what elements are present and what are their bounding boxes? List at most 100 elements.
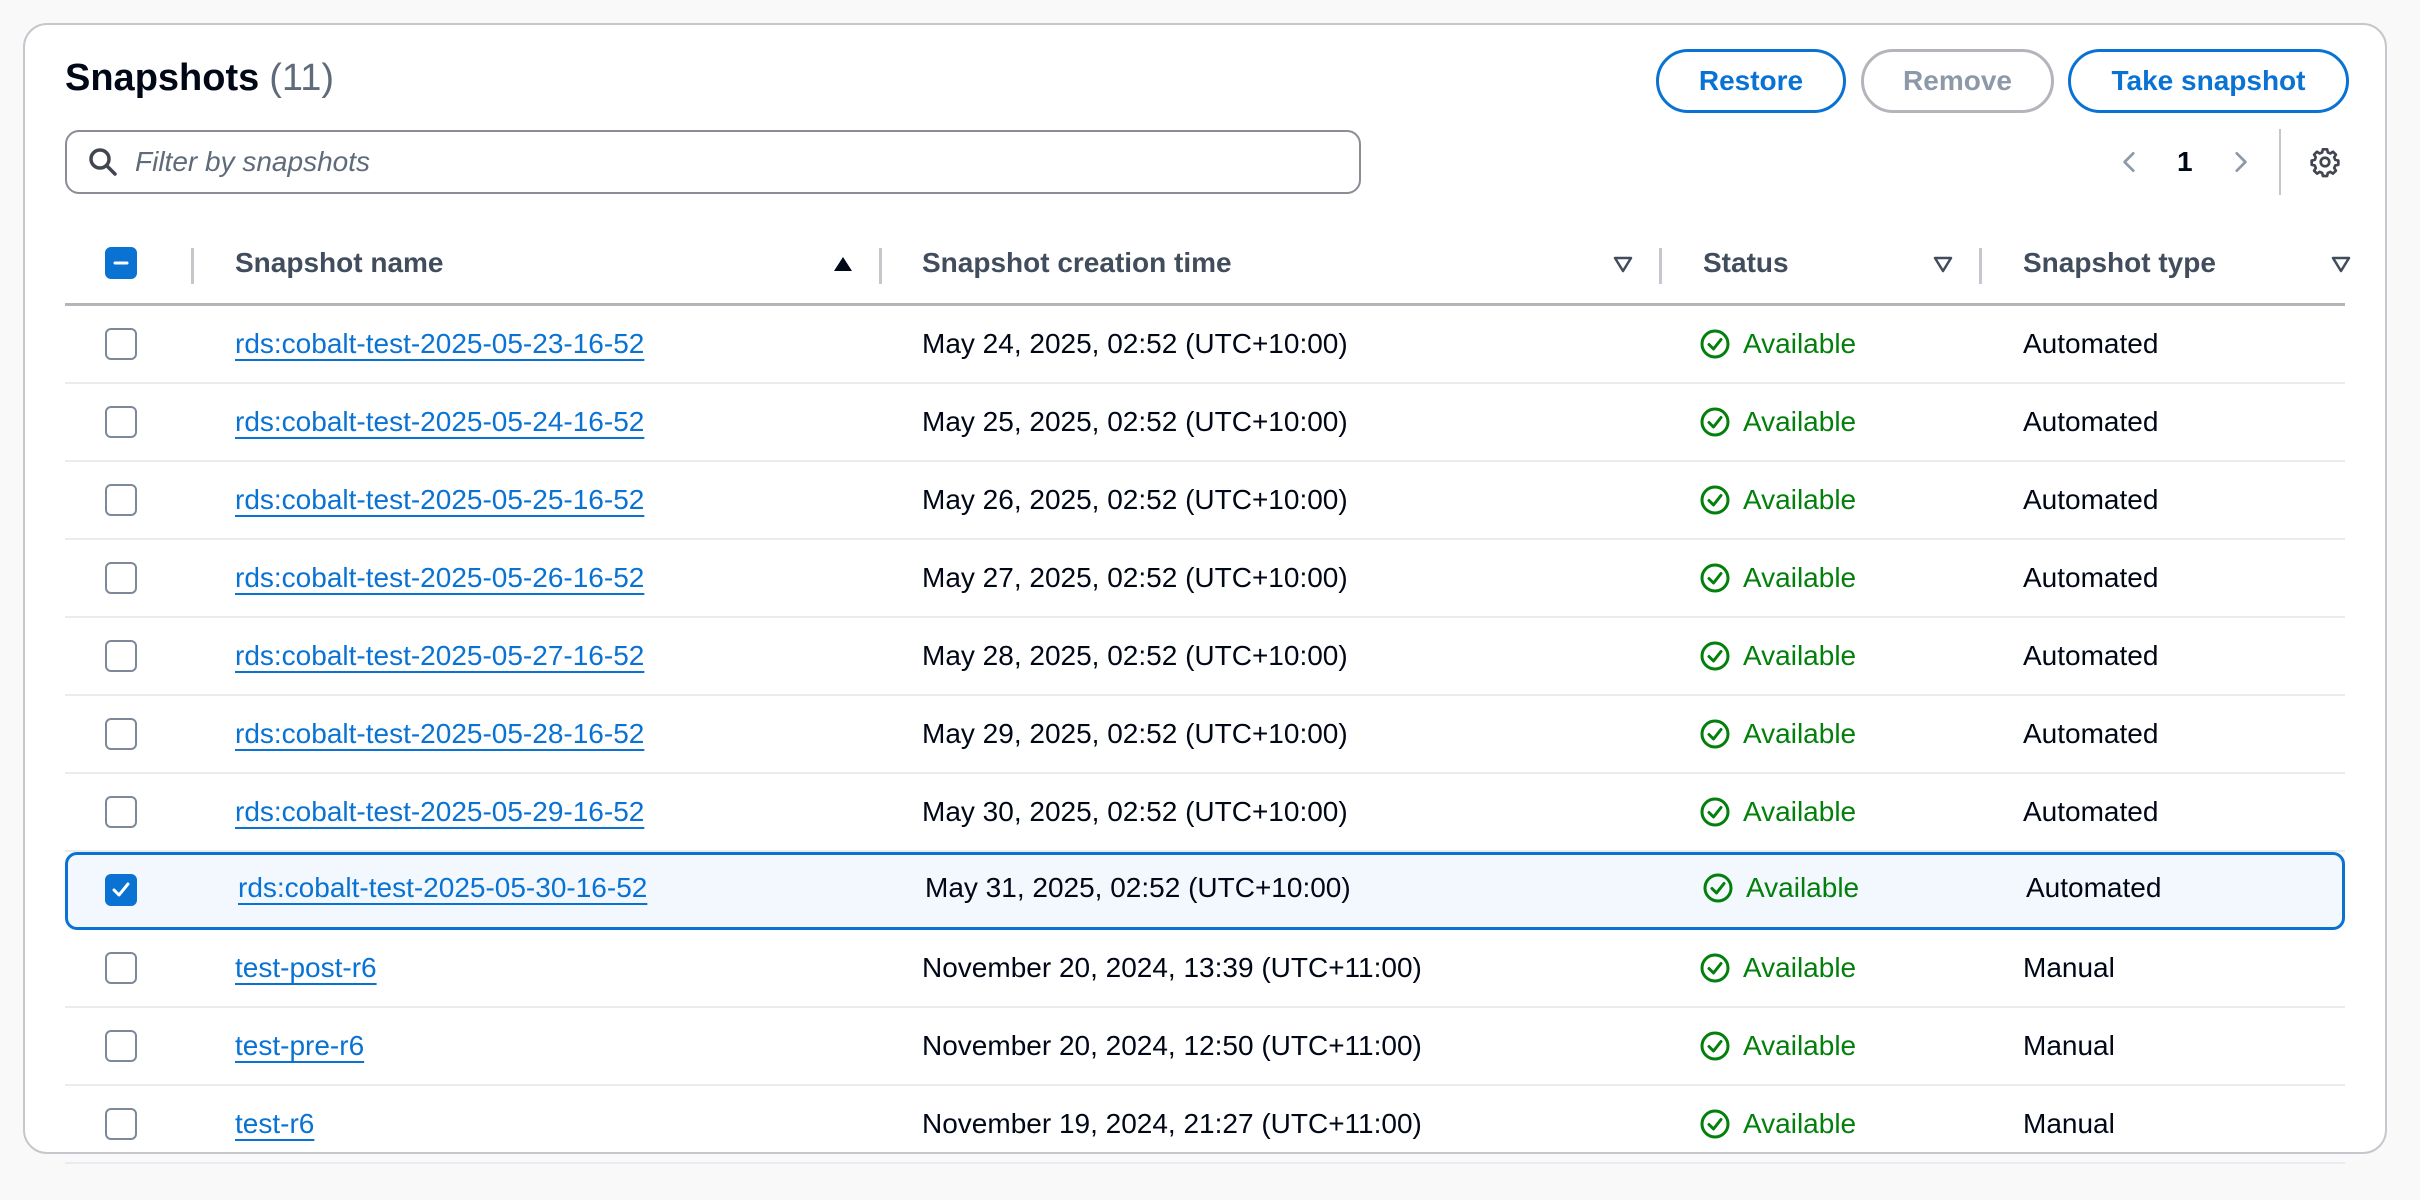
- remove-button[interactable]: Remove: [1861, 49, 2054, 113]
- snapshots-table: Snapshot name Snapshot creation time Sta…: [65, 220, 2351, 1164]
- take-snapshot-button[interactable]: Take snapshot: [2068, 49, 2349, 113]
- table-row[interactable]: rds:cobalt-test-2025-05-26-16-52 May 27,…: [65, 540, 2345, 618]
- chevron-right-icon[interactable]: [2223, 145, 2257, 179]
- creation-time: November 19, 2024, 21:27 (UTC+11:00): [922, 1108, 1422, 1139]
- status-cell: Available: [1699, 384, 1856, 460]
- table-body: rds:cobalt-test-2025-05-23-16-52 May 24,…: [65, 306, 2345, 1164]
- pagination: 1: [2113, 129, 2343, 195]
- table-row[interactable]: rds:cobalt-test-2025-05-27-16-52 May 28,…: [65, 618, 2345, 696]
- creation-time: May 29, 2025, 02:52 (UTC+10:00): [922, 718, 1348, 749]
- snapshot-type: Manual: [2023, 1108, 2115, 1139]
- column-divider: [191, 248, 194, 284]
- table-row[interactable]: rds:cobalt-test-2025-05-23-16-52 May 24,…: [65, 306, 2345, 384]
- table-row[interactable]: rds:cobalt-test-2025-05-30-16-52 May 31,…: [65, 852, 2345, 930]
- status-text: Available: [1743, 1030, 1857, 1061]
- snapshot-type: Automated: [2023, 328, 2159, 359]
- snapshot-count: (11): [269, 57, 335, 99]
- row-checkbox[interactable]: [105, 718, 137, 750]
- snapshot-type: Automated: [2026, 872, 2162, 903]
- snapshot-type: Automated: [2023, 640, 2159, 671]
- status-text: Available: [1743, 1108, 1857, 1139]
- creation-time: May 25, 2025, 02:52 (UTC+10:00): [922, 406, 1348, 437]
- sort-icon[interactable]: [2329, 252, 2353, 276]
- status-cell: Available: [1699, 462, 1856, 538]
- column-header-name[interactable]: Snapshot name: [235, 220, 443, 306]
- creation-time: November 20, 2024, 12:50 (UTC+11:00): [922, 1030, 1422, 1061]
- row-checkbox[interactable]: [105, 874, 137, 906]
- search-box[interactable]: [65, 130, 1361, 194]
- row-checkbox[interactable]: [105, 796, 137, 828]
- table-header: Snapshot name Snapshot creation time Sta…: [65, 220, 2351, 306]
- table-row[interactable]: rds:cobalt-test-2025-05-29-16-52 May 30,…: [65, 774, 2345, 852]
- snapshot-type: Automated: [2023, 718, 2159, 749]
- status-cell: Available: [1699, 618, 1856, 694]
- column-header-status[interactable]: Status: [1703, 220, 1789, 306]
- snapshot-type: Automated: [2023, 484, 2159, 515]
- row-checkbox[interactable]: [105, 1108, 137, 1140]
- row-checkbox[interactable]: [105, 484, 137, 516]
- snapshot-name-link[interactable]: test-pre-r6: [235, 1030, 364, 1062]
- snapshot-type: Automated: [2023, 562, 2159, 593]
- row-checkbox[interactable]: [105, 562, 137, 594]
- status-cell: Available: [1699, 774, 1856, 850]
- gear-icon[interactable]: [2307, 144, 2343, 180]
- status-text: Available: [1743, 484, 1857, 515]
- creation-time: May 26, 2025, 02:52 (UTC+10:00): [922, 484, 1348, 515]
- row-checkbox[interactable]: [105, 328, 137, 360]
- row-checkbox[interactable]: [105, 640, 137, 672]
- snapshot-name-link[interactable]: rds:cobalt-test-2025-05-30-16-52: [238, 872, 647, 904]
- column-header-time[interactable]: Snapshot creation time: [922, 220, 1232, 306]
- column-divider: [1979, 248, 1982, 284]
- snapshot-name-link[interactable]: rds:cobalt-test-2025-05-23-16-52: [235, 328, 644, 360]
- check-circle-icon: [1700, 1109, 1730, 1139]
- page-title: Snapshots (11): [65, 57, 334, 100]
- status-cell: Available: [1699, 1086, 1856, 1162]
- table-row[interactable]: test-pre-r6 November 20, 2024, 12:50 (UT…: [65, 1008, 2345, 1086]
- snapshot-name-link[interactable]: rds:cobalt-test-2025-05-26-16-52: [235, 562, 644, 594]
- pager-divider: [2278, 129, 2281, 195]
- status-cell: Available: [1702, 852, 1859, 924]
- check-circle-icon: [1700, 1031, 1730, 1061]
- check-circle-icon: [1700, 953, 1730, 983]
- column-divider: [1659, 248, 1662, 284]
- check-circle-icon: [1700, 641, 1730, 671]
- snapshot-name-link[interactable]: rds:cobalt-test-2025-05-28-16-52: [235, 718, 644, 750]
- snapshot-name-link[interactable]: test-r6: [235, 1108, 314, 1140]
- row-checkbox[interactable]: [105, 406, 137, 438]
- table-row[interactable]: test-post-r6 November 20, 2024, 13:39 (U…: [65, 930, 2345, 1008]
- select-all-checkbox[interactable]: [105, 247, 137, 279]
- snapshot-name-link[interactable]: rds:cobalt-test-2025-05-27-16-52: [235, 640, 644, 672]
- status-cell: Available: [1699, 540, 1856, 616]
- page-number[interactable]: 1: [2177, 146, 2193, 178]
- check-circle-icon: [1700, 719, 1730, 749]
- column-divider: [879, 248, 882, 284]
- search-icon: [89, 148, 117, 176]
- status-text: Available: [1743, 796, 1857, 827]
- sort-ascending-icon[interactable]: [831, 252, 855, 276]
- sort-icon[interactable]: [1611, 252, 1635, 276]
- creation-time: May 24, 2025, 02:52 (UTC+10:00): [922, 328, 1348, 359]
- table-row[interactable]: rds:cobalt-test-2025-05-28-16-52 May 29,…: [65, 696, 2345, 774]
- table-row[interactable]: rds:cobalt-test-2025-05-25-16-52 May 26,…: [65, 462, 2345, 540]
- check-circle-icon: [1700, 797, 1730, 827]
- row-checkbox[interactable]: [105, 952, 137, 984]
- row-checkbox[interactable]: [105, 1030, 137, 1062]
- snapshot-name-link[interactable]: rds:cobalt-test-2025-05-24-16-52: [235, 406, 644, 438]
- chevron-left-icon[interactable]: [2113, 145, 2147, 179]
- snapshot-name-link[interactable]: rds:cobalt-test-2025-05-25-16-52: [235, 484, 644, 516]
- restore-button[interactable]: Restore: [1656, 49, 1846, 113]
- snapshot-name-link[interactable]: rds:cobalt-test-2025-05-29-16-52: [235, 796, 644, 828]
- table-row[interactable]: test-r6 November 19, 2024, 21:27 (UTC+11…: [65, 1086, 2345, 1164]
- status-text: Available: [1743, 952, 1857, 983]
- sort-icon[interactable]: [1931, 252, 1955, 276]
- table-row[interactable]: rds:cobalt-test-2025-05-24-16-52 May 25,…: [65, 384, 2345, 462]
- status-text: Available: [1746, 872, 1860, 903]
- creation-time: November 20, 2024, 13:39 (UTC+11:00): [922, 952, 1422, 983]
- snapshots-panel: Snapshots (11) Restore Remove Take snaps…: [23, 23, 2387, 1164]
- check-circle-icon: [1703, 873, 1733, 903]
- column-header-type[interactable]: Snapshot type: [2023, 220, 2216, 306]
- snapshot-name-link[interactable]: test-post-r6: [235, 952, 377, 984]
- search-input[interactable]: [135, 146, 1315, 178]
- check-icon: [112, 882, 130, 897]
- check-circle-icon: [1700, 485, 1730, 515]
